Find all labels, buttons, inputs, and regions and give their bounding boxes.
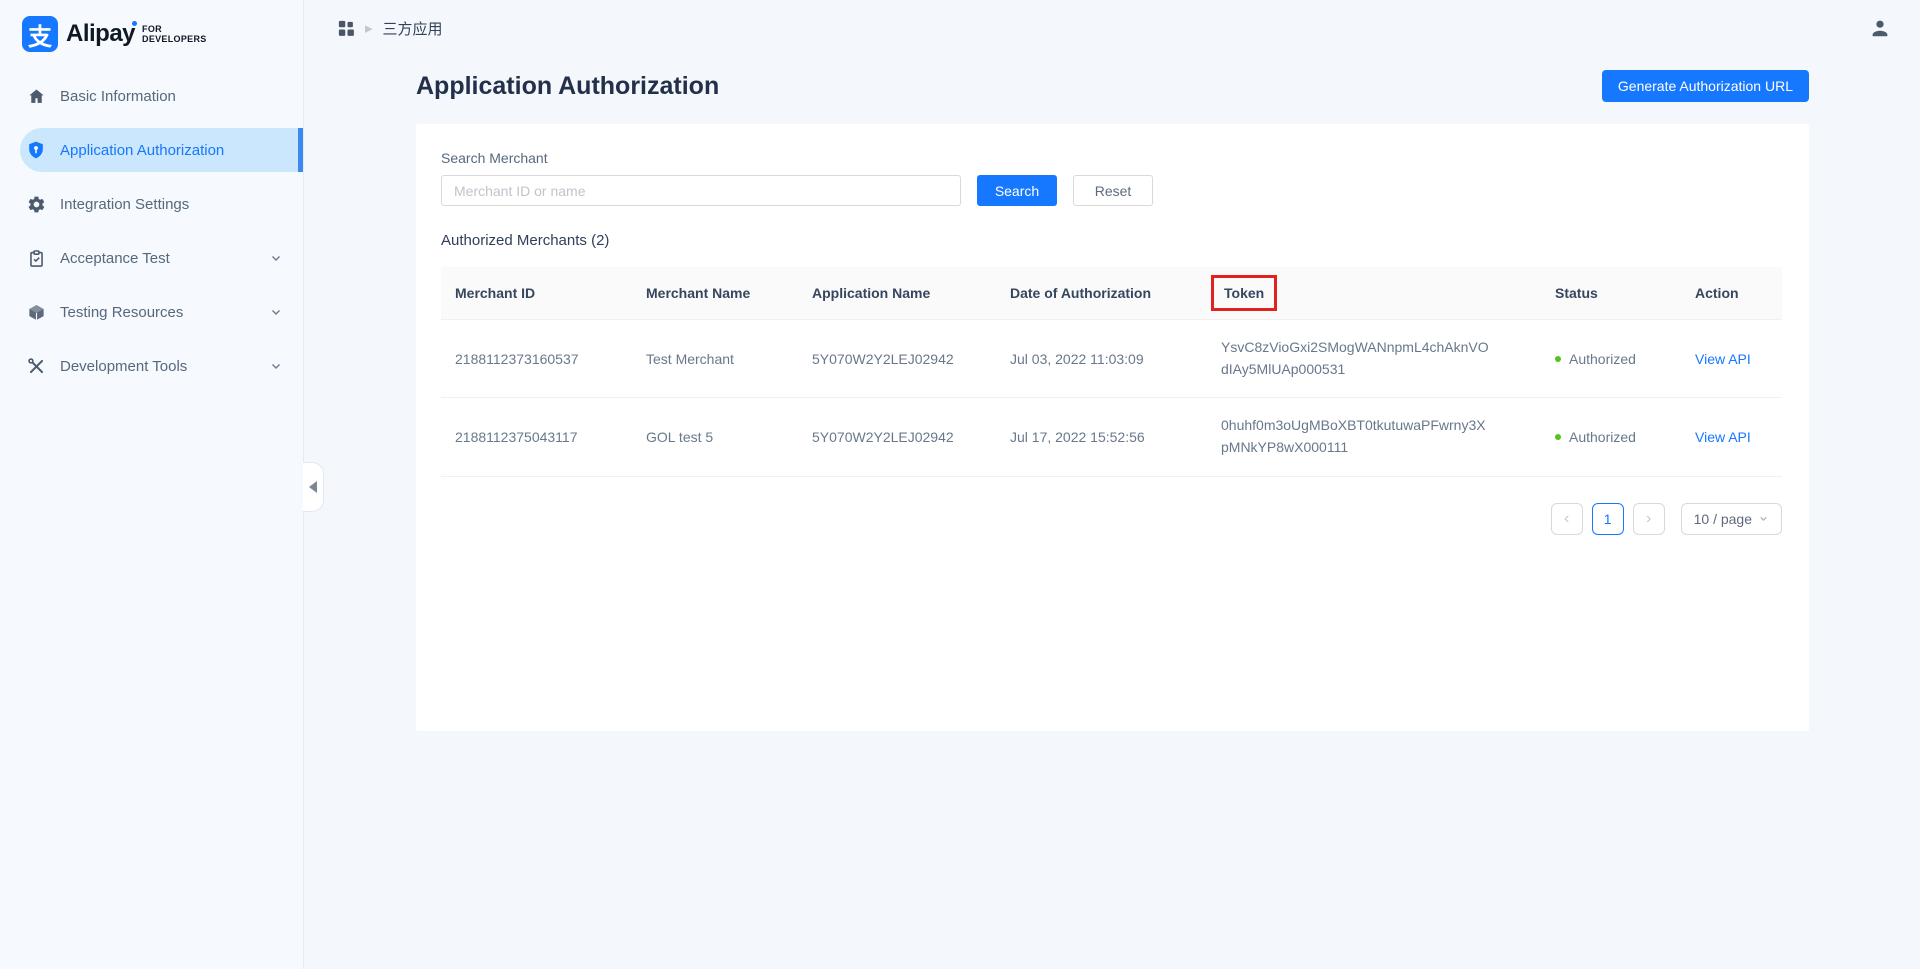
page-title: Application Authorization bbox=[416, 72, 719, 101]
sidebar-collapse-button[interactable] bbox=[303, 462, 324, 512]
sidebar-item-integration-settings[interactable]: Integration Settings bbox=[0, 182, 303, 226]
status-cell: Authorized bbox=[1541, 334, 1681, 384]
authorized-merchants-count: Authorized Merchants (2) bbox=[441, 232, 1782, 249]
brand-developers: DEVELOPERS bbox=[142, 34, 207, 44]
search-button[interactable]: Search bbox=[977, 175, 1057, 206]
col-merchant-id: Merchant ID bbox=[441, 267, 632, 319]
application-name-cell: 5Y070W2Y2LEJ02942 bbox=[798, 412, 996, 462]
token-cell: YsvC8zVioGxi2SMogWANnpmL4chAknVOdIAy5MlU… bbox=[1207, 320, 1507, 397]
view-api-link[interactable]: View API bbox=[1695, 351, 1751, 367]
brand-name: Alipay bbox=[66, 20, 135, 48]
merchant-name-cell: GOL test 5 bbox=[632, 412, 798, 462]
sidebar-item-basic-information[interactable]: Basic Information bbox=[0, 74, 303, 118]
previous-page-button[interactable]: ‹ bbox=[1551, 503, 1583, 535]
pagination: ‹ 1 › 10 / page bbox=[441, 503, 1782, 535]
page-size-select[interactable]: 10 / page bbox=[1681, 503, 1782, 535]
cube-icon bbox=[26, 302, 46, 322]
sidebar-nav: Basic Information Application Authorizat… bbox=[0, 74, 303, 388]
token-highlight-box: Token bbox=[1211, 275, 1277, 311]
topbar: ▸ 三方应用 bbox=[304, 0, 1920, 56]
status-dot-icon bbox=[1555, 434, 1561, 440]
sidebar: 支 Alipay FOR DEVELOPERS Basic Informatio… bbox=[0, 0, 304, 969]
merchants-table: Merchant ID Merchant Name Application Na… bbox=[441, 267, 1782, 477]
status-dot-icon bbox=[1555, 356, 1561, 362]
shield-key-icon bbox=[26, 140, 46, 160]
status-label: Authorized bbox=[1569, 351, 1636, 367]
search-row: Search Reset bbox=[441, 175, 1782, 206]
breadcrumb-separator-icon: ▸ bbox=[365, 19, 373, 37]
view-api-link[interactable]: View API bbox=[1695, 429, 1751, 445]
sidebar-item-label: Application Authorization bbox=[60, 142, 224, 159]
tools-icon bbox=[26, 356, 46, 376]
date-cell: Jul 03, 2022 11:03:09 bbox=[996, 334, 1207, 384]
sidebar-item-label: Integration Settings bbox=[60, 196, 189, 213]
table-row: 2188112375043117 GOL test 5 5Y070W2Y2LEJ… bbox=[441, 397, 1782, 475]
status-label: Authorized bbox=[1569, 429, 1636, 445]
main-content: ▸ 三方应用 Application Authorization Generat… bbox=[304, 0, 1920, 969]
reset-button[interactable]: Reset bbox=[1073, 175, 1153, 206]
col-date-of-authorization: Date of Authorization bbox=[996, 267, 1207, 319]
page-size-label: 10 / page bbox=[1694, 511, 1752, 527]
col-action: Action bbox=[1681, 267, 1782, 319]
col-application-name: Application Name bbox=[798, 267, 996, 319]
sidebar-item-acceptance-test[interactable]: Acceptance Test bbox=[0, 236, 303, 280]
sidebar-item-development-tools[interactable]: Development Tools bbox=[0, 344, 303, 388]
table-header-row: Merchant ID Merchant Name Application Na… bbox=[441, 267, 1782, 319]
chevron-down-icon bbox=[269, 251, 283, 265]
page-header: Application Authorization Generate Autho… bbox=[304, 56, 1920, 102]
content-card: Search Merchant Search Reset Authorized … bbox=[416, 124, 1809, 731]
token-cell: 0huhf0m3oUgMBoXBT0tkutuwaPFwrny3XpMNkYP8… bbox=[1207, 398, 1507, 475]
brand-logo: 支 Alipay FOR DEVELOPERS bbox=[0, 0, 303, 52]
col-merchant-name: Merchant Name bbox=[632, 267, 798, 319]
col-token: Token bbox=[1207, 267, 1541, 319]
apps-grid-icon[interactable] bbox=[337, 19, 355, 37]
brand-suffix: FOR DEVELOPERS bbox=[142, 24, 207, 45]
clipboard-check-icon bbox=[26, 248, 46, 268]
search-merchant-label: Search Merchant bbox=[441, 150, 1782, 166]
gear-icon bbox=[26, 194, 46, 214]
user-avatar-icon[interactable] bbox=[1868, 16, 1892, 40]
date-cell: Jul 17, 2022 15:52:56 bbox=[996, 412, 1207, 462]
alipay-logo-icon: 支 bbox=[22, 16, 58, 52]
status-cell: Authorized bbox=[1541, 412, 1681, 462]
chevron-down-icon bbox=[1758, 513, 1769, 524]
generate-authorization-url-button[interactable]: Generate Authorization URL bbox=[1602, 70, 1809, 102]
sidebar-item-application-authorization[interactable]: Application Authorization bbox=[20, 128, 303, 172]
merchant-id-cell: 2188112375043117 bbox=[441, 412, 632, 462]
application-name-cell: 5Y070W2Y2LEJ02942 bbox=[798, 334, 996, 384]
col-status: Status bbox=[1541, 267, 1681, 319]
sidebar-item-label: Basic Information bbox=[60, 88, 176, 105]
brand-for: FOR bbox=[142, 24, 207, 34]
merchant-id-cell: 2188112373160537 bbox=[441, 334, 632, 384]
sidebar-item-label: Acceptance Test bbox=[60, 250, 170, 267]
merchant-search-input[interactable] bbox=[441, 175, 961, 206]
merchant-name-cell: Test Merchant bbox=[632, 334, 798, 384]
current-page-button[interactable]: 1 bbox=[1592, 503, 1624, 535]
sidebar-item-testing-resources[interactable]: Testing Resources bbox=[0, 290, 303, 334]
chevron-down-icon bbox=[269, 305, 283, 319]
home-icon bbox=[26, 86, 46, 106]
next-page-button[interactable]: › bbox=[1633, 503, 1665, 535]
chevron-down-icon bbox=[269, 359, 283, 373]
table-row: 2188112373160537 Test Merchant 5Y070W2Y2… bbox=[441, 319, 1782, 397]
collapse-left-icon bbox=[309, 481, 317, 493]
breadcrumb[interactable]: 三方应用 bbox=[383, 18, 443, 39]
sidebar-item-label: Development Tools bbox=[60, 358, 187, 375]
sidebar-item-label: Testing Resources bbox=[60, 304, 183, 321]
